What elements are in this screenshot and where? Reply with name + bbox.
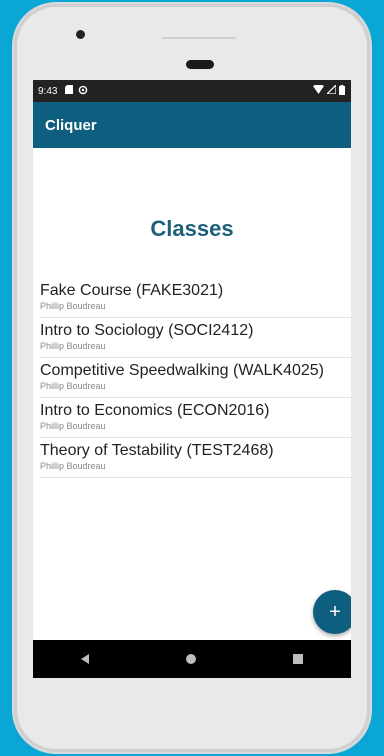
app-bar: Cliquer xyxy=(33,102,351,148)
phone-frame: 9:43 Cliquer Classes Fake Course (FAKE30… xyxy=(14,4,370,752)
status-time: 9:43 xyxy=(38,85,58,97)
front-camera xyxy=(76,30,85,39)
back-icon[interactable] xyxy=(81,654,90,664)
class-name: Intro to Sociology (SOCI2412) xyxy=(40,322,254,339)
class-name: Intro to Economics (ECON2016) xyxy=(40,402,270,419)
class-instructor: Phillip Boudreau xyxy=(40,461,106,471)
plus-icon: + xyxy=(329,601,341,623)
status-bar: 9:43 xyxy=(33,80,351,102)
screen: 9:43 Cliquer Classes Fake Course (FAKE30… xyxy=(33,80,351,678)
class-instructor: Phillip Boudreau xyxy=(40,421,106,431)
earpiece xyxy=(162,37,236,39)
class-instructor: Phillip Boudreau xyxy=(40,301,106,311)
class-list-item[interactable]: Competitive Speedwalking (WALK4025) Phil… xyxy=(40,358,351,398)
speaker xyxy=(186,60,214,69)
wifi-icon xyxy=(313,84,324,97)
app-title: Cliquer xyxy=(45,116,97,134)
add-class-button[interactable]: + xyxy=(313,590,351,634)
class-name: Theory of Testability (TEST2468) xyxy=(40,442,274,459)
class-name: Fake Course (FAKE3021) xyxy=(40,282,224,299)
class-list-item[interactable]: Intro to Sociology (SOCI2412) Phillip Bo… xyxy=(40,318,351,358)
home-icon[interactable] xyxy=(185,654,196,664)
class-name: Competitive Speedwalking (WALK4025) xyxy=(40,362,324,379)
sd-card-icon xyxy=(65,85,74,97)
class-list-item[interactable]: Fake Course (FAKE3021) Phillip Boudreau xyxy=(40,278,351,318)
page-title: Classes xyxy=(150,216,234,241)
class-list-item[interactable]: Intro to Economics (ECON2016) Phillip Bo… xyxy=(40,398,351,438)
battery-icon xyxy=(339,84,345,98)
sync-icon xyxy=(78,85,88,98)
navigation-bar xyxy=(33,640,351,678)
class-instructor: Phillip Boudreau xyxy=(40,381,106,391)
class-list: Fake Course (FAKE3021) Phillip Boudreau … xyxy=(40,278,351,478)
class-instructor: Phillip Boudreau xyxy=(40,341,106,351)
class-list-item[interactable]: Theory of Testability (TEST2468) Phillip… xyxy=(40,438,351,478)
signal-icon xyxy=(325,83,337,97)
recent-apps-icon[interactable] xyxy=(292,654,303,664)
